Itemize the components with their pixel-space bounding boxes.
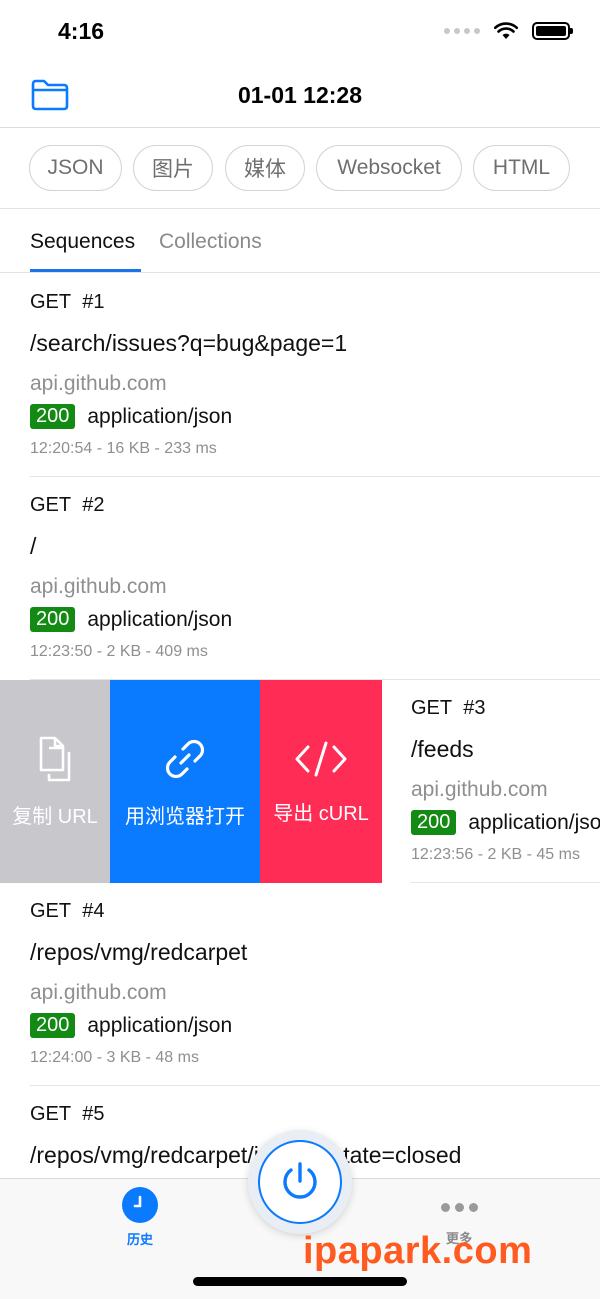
content-type: application/json <box>87 1013 233 1037</box>
content-type: application/json <box>87 607 233 631</box>
status-line: 200 application/json <box>30 1013 232 1038</box>
home-indicator[interactable] <box>193 1277 407 1286</box>
request-row-content: GET #3 /feeds api.github.com 200 applica… <box>381 680 600 883</box>
segment-sequences[interactable]: Sequences <box>30 230 135 254</box>
request-meta: 12:24:00 - 3 KB - 48 ms <box>30 1049 199 1066</box>
open-in-browser-button[interactable]: 用浏览器打开 <box>110 680 260 883</box>
open-in-browser-label: 用浏览器打开 <box>125 806 245 828</box>
request-row[interactable]: GET #1 /search/issues?q=bug&page=1 api.g… <box>0 274 600 477</box>
request-path: /search/issues?q=bug&page=1 <box>30 330 348 356</box>
status-badge: 200 <box>30 404 76 429</box>
copy-url-button[interactable]: 复制 URL <box>0 680 110 883</box>
request-host: api.github.com <box>30 372 167 395</box>
content-type: application/json <box>468 810 600 834</box>
status-bar: 4:16 <box>0 0 600 64</box>
status-badge: 200 <box>30 607 76 632</box>
watermark: ipapark.com <box>303 1230 533 1272</box>
more-dots-icon <box>440 1199 478 1215</box>
segment-bar: Sequences Collections <box>0 210 600 273</box>
status-line: 200 application/json <box>30 607 232 632</box>
tab-history-label: 历史 <box>126 1232 153 1247</box>
status-badge: 200 <box>30 1013 76 1038</box>
status-line: 200 application/json <box>30 404 232 429</box>
request-meta: 12:20:54 - 16 KB - 233 ms <box>30 440 217 457</box>
filter-chip-media[interactable]: 媒体 <box>225 145 305 191</box>
request-meta: 12:23:56 - 2 KB - 45 ms <box>411 846 580 863</box>
request-host: api.github.com <box>30 575 167 598</box>
request-method: GET #3 <box>411 697 486 719</box>
battery-icon <box>532 22 573 40</box>
export-curl-button[interactable]: 导出 cURL <box>260 680 382 883</box>
filter-chip-image[interactable]: 图片 <box>133 145 213 191</box>
filter-chip-html[interactable]: HTML <box>473 145 570 191</box>
request-list[interactable]: GET #1 /search/issues?q=bug&page=1 api.g… <box>0 274 600 1178</box>
request-method: GET #2 <box>30 494 105 516</box>
copy-icon <box>39 736 71 782</box>
request-host: api.github.com <box>411 778 548 801</box>
request-row[interactable]: GET #4 /repos/vmg/redcarpet api.github.c… <box>0 883 600 1086</box>
request-row[interactable]: GET #2 / api.github.com 200 application/… <box>0 477 600 680</box>
copy-url-label: 复制 URL <box>12 806 98 828</box>
code-icon <box>295 741 347 777</box>
request-method: GET #5 <box>30 1103 105 1125</box>
status-time: 4:16 <box>58 18 105 44</box>
wifi-icon <box>494 22 518 39</box>
request-path: /repos/vmg/redcarpet <box>30 939 248 965</box>
request-path: /repos/vmg/redcarpet/issues?state=closed <box>30 1142 462 1168</box>
clock-icon <box>122 1187 158 1223</box>
request-path: /feeds <box>411 736 474 762</box>
request-method: GET #1 <box>30 291 105 313</box>
nav-title: 01-01 12:28 <box>237 82 363 108</box>
status-badge: 200 <box>411 810 457 835</box>
link-icon <box>165 739 205 779</box>
filter-chip-json[interactable]: JSON <box>29 145 122 191</box>
nav-bar: 01-01 12:28 <box>0 64 600 128</box>
status-line: 200 application/json <box>411 810 600 835</box>
segment-underline <box>30 269 141 272</box>
filter-chip-websocket[interactable]: Websocket <box>316 145 462 191</box>
request-row-swiped[interactable]: 复制 URL 用浏览器打开 导出 cURL GET #3 /feeds api.… <box>0 680 600 883</box>
segment-collections[interactable]: Collections <box>159 230 262 254</box>
power-button-inner <box>258 1140 342 1224</box>
request-meta: 12:23:50 - 2 KB - 409 ms <box>30 643 208 660</box>
content-type: application/json <box>87 404 233 428</box>
status-icons <box>444 22 573 40</box>
request-path: / <box>30 533 37 559</box>
cellular-signal-icon <box>444 28 480 34</box>
power-button[interactable] <box>248 1130 352 1234</box>
power-icon <box>283 1162 317 1199</box>
request-host: api.github.com <box>30 981 167 1004</box>
request-method: GET #4 <box>30 900 105 922</box>
filter-bar: JSON 图片 媒体 Websocket HTML <box>0 129 600 209</box>
tab-history[interactable]: 历史 <box>105 1187 175 1248</box>
export-curl-label: 导出 cURL <box>273 803 369 825</box>
